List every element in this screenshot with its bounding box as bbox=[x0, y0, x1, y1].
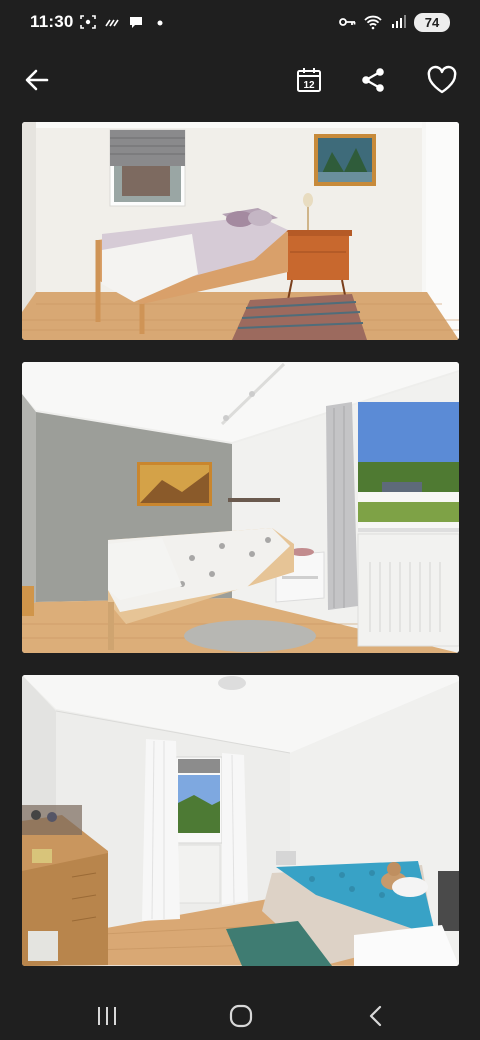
bedroom-photo-3[interactable] bbox=[22, 675, 459, 966]
screenshot-icon bbox=[80, 14, 96, 30]
app-bar: 12 bbox=[0, 52, 480, 108]
calendar-button[interactable]: 12 bbox=[291, 62, 327, 98]
back-icon bbox=[369, 1005, 382, 1027]
calendar-day: 12 bbox=[303, 80, 315, 91]
bedroom-photo-2[interactable] bbox=[22, 362, 459, 653]
status-time: 11:30 bbox=[30, 12, 74, 31]
share-icon bbox=[362, 68, 384, 92]
status-left-icons bbox=[80, 12, 168, 32]
back-button[interactable] bbox=[19, 62, 55, 98]
battery-level: 74 bbox=[424, 14, 440, 30]
calendar-icon: 12 bbox=[297, 68, 321, 92]
battery-icon: 74 bbox=[414, 12, 450, 32]
chat-bubble-icon bbox=[128, 14, 144, 30]
bedroom-photo-1[interactable] bbox=[22, 122, 459, 340]
notification-dot-icon bbox=[152, 14, 168, 30]
favorite-button[interactable] bbox=[424, 62, 460, 98]
vpn-key-icon bbox=[338, 14, 356, 30]
heart-icon bbox=[427, 65, 457, 94]
status-right-icons: 74 bbox=[338, 11, 450, 33]
system-back-button[interactable] bbox=[354, 994, 398, 1038]
wifi-icon bbox=[364, 14, 382, 30]
cell-signal-icon bbox=[390, 14, 406, 30]
recent-apps-icon bbox=[98, 1007, 116, 1025]
share-button[interactable] bbox=[355, 62, 391, 98]
signal-assist-icon bbox=[104, 14, 120, 30]
system-nav-bar bbox=[0, 984, 480, 1040]
home-icon bbox=[229, 1004, 253, 1028]
recent-apps-button[interactable] bbox=[85, 994, 129, 1038]
status-bar: 11:30 74 bbox=[0, 0, 480, 44]
home-button[interactable] bbox=[219, 994, 263, 1038]
back-arrow-icon bbox=[25, 69, 49, 91]
